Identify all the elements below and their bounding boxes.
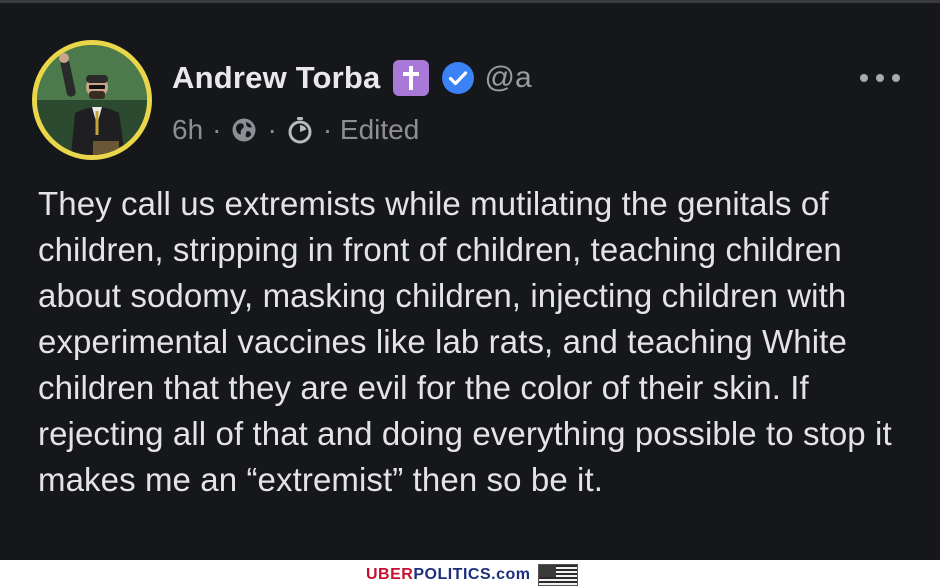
post-time[interactable]: 6h (172, 114, 203, 146)
avatar[interactable] (32, 40, 152, 160)
more-horizontal-icon (892, 74, 900, 82)
watermark-bar: UBER POLITICS.com (0, 560, 940, 588)
flag-icon (538, 564, 579, 586)
avatar-photo-icon (37, 45, 147, 155)
globe-icon (230, 116, 258, 144)
stopwatch-icon (286, 116, 314, 144)
cross-icon (392, 60, 429, 96)
edited-label: · Edited (322, 114, 420, 145)
meta-separator: · (267, 114, 277, 145)
post-card: Andrew Torba @a 6h · · · Edited They cal… (0, 3, 940, 560)
more-options-button[interactable] (860, 67, 900, 89)
more-horizontal-icon (876, 74, 884, 82)
more-horizontal-icon (860, 74, 868, 82)
watermark-text-red: UBER (366, 566, 414, 583)
watermark: UBER POLITICS.com (366, 564, 579, 586)
author-row: Andrew Torba @a (172, 58, 532, 98)
avatar-image (37, 45, 147, 155)
post-body: They call us extremists while mutilating… (38, 185, 892, 498)
watermark-text-blue: POLITICS.com (413, 566, 531, 583)
meta-separator: · (212, 114, 222, 145)
author-handle[interactable]: @a (485, 61, 532, 95)
author-name[interactable]: Andrew Torba (172, 60, 381, 96)
post-meta: 6h · · · Edited (172, 111, 419, 149)
verified-check-icon (441, 61, 475, 95)
